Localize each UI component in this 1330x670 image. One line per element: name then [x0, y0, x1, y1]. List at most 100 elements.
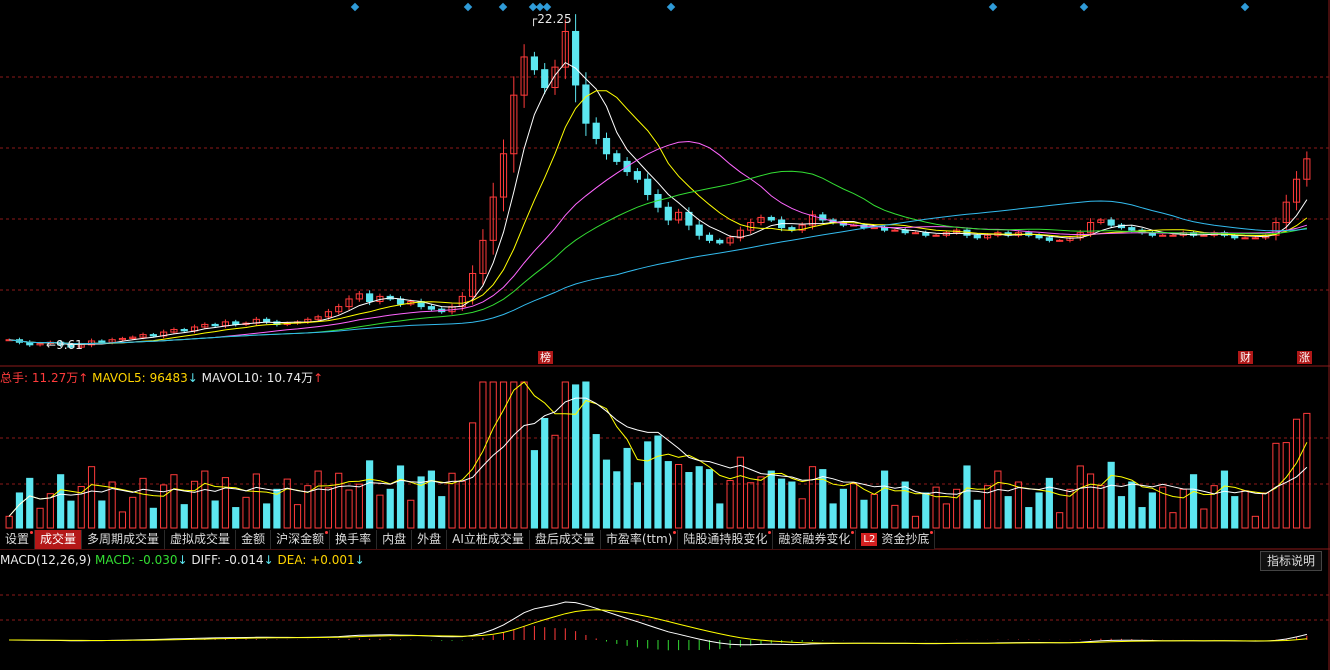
indicator-tab[interactable]: 内盘 — [377, 530, 413, 549]
candle — [211, 323, 219, 327]
volume-bar — [1107, 461, 1115, 529]
volume-bar — [602, 459, 611, 529]
volume-bar — [1282, 442, 1290, 529]
candle — [1159, 234, 1167, 237]
diff-arrow: ↓ — [263, 553, 274, 567]
volume-bar — [705, 469, 714, 529]
candle — [1045, 237, 1053, 241]
volume-bar — [1056, 512, 1064, 529]
volume-bar — [1200, 508, 1208, 529]
volume-bar — [87, 466, 96, 529]
indicator-tab-label: 市盈率(ttm) — [605, 532, 673, 546]
finance-mark[interactable]: 财 — [1238, 351, 1253, 364]
indicator-tab[interactable]: 多周期成交量 — [82, 530, 166, 549]
volume-bar — [850, 482, 858, 529]
indicator-tab[interactable]: 盘后成交量 — [530, 530, 601, 549]
candle — [932, 234, 940, 237]
event-diamond-icon — [350, 2, 360, 12]
volume-bar — [891, 504, 899, 529]
candle — [1128, 227, 1136, 231]
volume-bar — [736, 456, 744, 529]
event-diamond-icon — [1240, 2, 1250, 12]
candle — [922, 232, 930, 236]
indicator-tab[interactable]: 设置 — [0, 530, 36, 549]
indicator-help-button[interactable]: 指标说明 — [1259, 551, 1322, 571]
candle — [716, 239, 724, 244]
indicator-tab[interactable]: 成交量 — [35, 530, 83, 549]
indicator-tab-label: 设置 — [5, 532, 30, 546]
candle — [1251, 237, 1259, 240]
limit-up-mark[interactable]: 涨 — [1297, 351, 1312, 364]
candle — [911, 232, 920, 235]
indicator-tab[interactable]: 金额 — [236, 530, 272, 549]
volume-bar — [767, 470, 775, 529]
total-volume-arrow: ↑ — [78, 371, 89, 385]
candle — [592, 122, 600, 139]
indicator-tab-label: 融资融券变化 — [778, 532, 851, 546]
indicator-tab[interactable]: 陆股通持股变化 — [678, 530, 774, 549]
dea-value: +0.001 — [310, 553, 355, 567]
indicator-tab[interactable]: 融资融券变化 — [773, 530, 857, 549]
volume-bar — [211, 500, 219, 529]
volume-bar — [675, 463, 683, 529]
volume-bar — [46, 493, 54, 529]
candle — [530, 56, 538, 71]
candle — [149, 334, 157, 337]
event-diamond-icon — [498, 2, 508, 12]
candle — [1035, 234, 1043, 239]
kline-chart[interactable] — [0, 0, 1330, 670]
volume-bar — [541, 418, 549, 529]
volume-bar — [345, 489, 353, 529]
volume-bar — [1169, 512, 1177, 529]
ma20-line — [9, 140, 1308, 345]
indicator-tab[interactable]: 市盈率(ttm) — [601, 530, 679, 549]
candle — [973, 234, 981, 239]
volume-bar — [335, 472, 343, 529]
volume-bar — [1014, 481, 1023, 529]
macd-arrow: ↓ — [177, 553, 188, 567]
candle — [633, 171, 641, 180]
volume-bar — [860, 499, 868, 529]
indicator-tab[interactable]: AI立桩成交量 — [447, 530, 530, 549]
volume-bar — [201, 470, 209, 529]
indicator-tab[interactable]: L2 资金抄底 — [856, 530, 936, 549]
indicator-tab[interactable]: 换手率 — [330, 530, 378, 549]
volume-bar — [644, 441, 652, 529]
volume-bar — [273, 488, 281, 529]
volume-bar — [57, 474, 65, 529]
volume-bar — [520, 381, 528, 529]
dea-arrow: ↓ — [354, 553, 365, 567]
dea-label: DEA: — [277, 553, 307, 567]
indicator-tab-label: 陆股通持股变化 — [683, 532, 768, 546]
volume-bar — [314, 470, 322, 529]
indicator-tab[interactable]: 沪深金额 — [271, 530, 331, 549]
indicator-tab[interactable]: 外盘 — [412, 530, 448, 549]
macd-value: -0.030 — [138, 553, 178, 567]
total-volume-value: 11.27万 — [31, 371, 79, 385]
macd-label: MACD: — [94, 553, 135, 567]
volume-bar — [973, 499, 981, 529]
volume-bar — [293, 504, 302, 529]
indicator-tab-label: 内盘 — [382, 532, 407, 546]
candle — [98, 340, 106, 343]
volume-bar — [932, 486, 940, 529]
event-diamond-icon — [542, 2, 552, 12]
indicator-tab-label: AI立桩成交量 — [452, 532, 524, 546]
volume-bar — [396, 465, 405, 529]
volume-bar — [366, 460, 374, 529]
indicator-tab-label: 多周期成交量 — [87, 532, 160, 546]
candle — [541, 69, 549, 89]
candle — [366, 293, 374, 303]
tab-dot-icon — [673, 531, 677, 534]
volume-bar — [98, 500, 106, 529]
candle — [695, 224, 703, 236]
volume-bar — [551, 434, 559, 529]
indicator-tab-label: 资金抄底 — [881, 532, 930, 546]
volume-bar — [1189, 474, 1198, 529]
candle — [767, 216, 775, 221]
volume-bar — [788, 481, 796, 529]
candle — [880, 227, 889, 231]
volume-bar — [67, 500, 75, 529]
indicator-tab[interactable]: 虚拟成交量 — [165, 530, 237, 549]
rank-mark[interactable]: 榜 — [538, 351, 553, 364]
